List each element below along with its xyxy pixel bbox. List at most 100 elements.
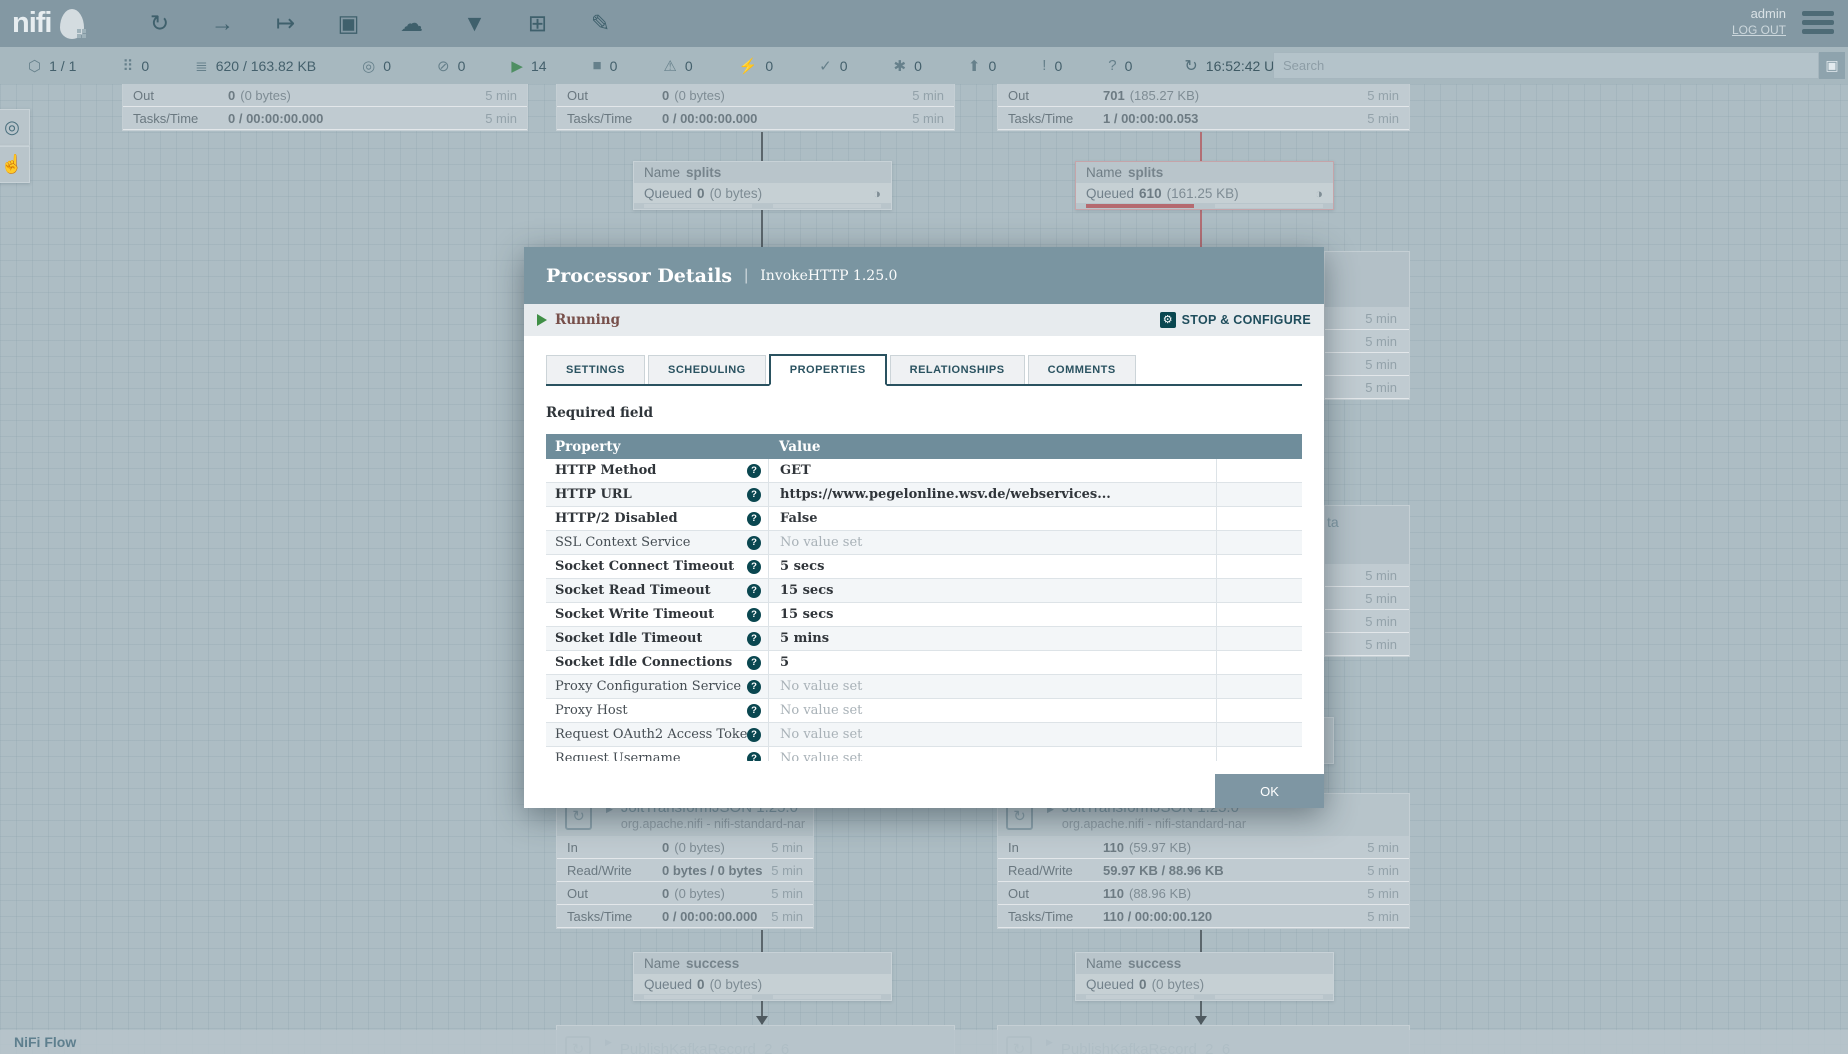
- processor-title-fragment: ta: [1325, 506, 1409, 530]
- table-row[interactable]: Proxy Configuration Service?No value set: [546, 675, 1302, 699]
- help-icon[interactable]: ?: [747, 584, 761, 598]
- output-port-icon[interactable]: ↦: [268, 6, 304, 42]
- stale-icon: ⬆: [968, 57, 981, 75]
- current-user: admin: [1732, 5, 1786, 22]
- processor-bundle: org.apache.nifi - nifi-standard-nar: [1062, 816, 1246, 832]
- table-row[interactable]: Request Username?No value set: [546, 747, 1302, 761]
- processor-top-middle[interactable]: Out0(0 bytes)5 min Tasks/Time0 / 00:00:0…: [556, 84, 955, 131]
- stop-and-configure-button[interactable]: ⚙ STOP & CONFIGURE: [1160, 312, 1311, 328]
- processor-top-right[interactable]: Out701(185.27 KB)5 min Tasks/Time1 / 00:…: [997, 84, 1410, 131]
- tab-comments[interactable]: COMMENTS: [1028, 355, 1136, 384]
- status-locally-modified: ✱0: [894, 57, 922, 75]
- table-row[interactable]: Socket Connect Timeout?5 secs: [546, 555, 1302, 579]
- breadcrumb-bar: NiFi Flow: [0, 1030, 1848, 1054]
- gear-icon: ⚙: [1160, 312, 1176, 328]
- stat-row: Tasks/Time1 / 00:00:00.0535 min: [998, 107, 1409, 130]
- connection-label-success-right[interactable]: Namesuccess Queued0(0 bytes): [1075, 952, 1334, 1001]
- table-row[interactable]: Socket Read Timeout?15 secs: [546, 579, 1302, 603]
- help-icon[interactable]: ?: [747, 536, 761, 550]
- component-toolbar: nifi ↻ → ↦ ▣ ☁ ▼ ⊞ ✎ admin LOG OUT: [0, 0, 1848, 47]
- help-icon[interactable]: ?: [747, 464, 761, 478]
- help-icon[interactable]: ?: [747, 632, 761, 646]
- table-row[interactable]: HTTP/2 Disabled?False: [546, 507, 1302, 531]
- breadcrumb[interactable]: NiFi Flow: [14, 1034, 76, 1050]
- sync-failure-icon: ?: [1108, 57, 1116, 74]
- search-input[interactable]: [1273, 52, 1819, 79]
- table-row[interactable]: Socket Idle Timeout?5 mins: [546, 627, 1302, 651]
- locally-modified-and-stale-icon: !: [1042, 57, 1046, 74]
- processor-jolt-left[interactable]: ↻ ▶ JoltTransformJSON 1.25.0org.apache.n…: [556, 793, 814, 929]
- refresh-icon[interactable]: ↻: [1184, 56, 1197, 76]
- tab-properties[interactable]: PROPERTIES: [769, 354, 887, 386]
- table-row[interactable]: Socket Idle Connections?5: [546, 651, 1302, 675]
- locally-modified-icon: ✱: [894, 57, 907, 75]
- processor-jolt-right[interactable]: ↻ ▶ JoltTransformJSON 1.25.0org.apache.n…: [997, 793, 1410, 929]
- ok-button[interactable]: OK: [1215, 774, 1324, 808]
- status-total-queued: ≣620 / 163.82 KB: [195, 57, 316, 75]
- transmitting-icon: ◎: [362, 57, 375, 75]
- dialog-footer: OK: [524, 766, 1324, 808]
- label-icon[interactable]: ✎: [583, 6, 619, 42]
- funnel-icon[interactable]: ▼: [457, 6, 493, 42]
- help-icon[interactable]: ?: [747, 728, 761, 742]
- processor-top-left[interactable]: Out0(0 bytes)5 min Tasks/Time0 / 00:00:0…: [122, 84, 528, 131]
- help-icon[interactable]: ?: [747, 560, 761, 574]
- global-menu-icon[interactable]: [1802, 11, 1834, 38]
- component-palette: ↻ → ↦ ▣ ☁ ▼ ⊞ ✎: [142, 6, 619, 42]
- connection-label-success-left[interactable]: Namesuccess Queued0(0 bytes): [633, 952, 892, 1001]
- table-row[interactable]: Request OAuth2 Access Token Provider?No …: [546, 723, 1302, 747]
- threads-icon: ⠿: [122, 57, 133, 75]
- processor-bundle: org.apache.nifi - nifi-standard-nar: [621, 816, 805, 832]
- processor-icon[interactable]: ↻: [142, 6, 178, 42]
- up-to-date-icon: ✓: [819, 57, 832, 75]
- table-row[interactable]: SSL Context Service?No value set: [546, 531, 1302, 555]
- help-icon[interactable]: ?: [747, 608, 761, 622]
- help-icon[interactable]: ?: [747, 752, 761, 762]
- status-stale: ⬆0: [968, 57, 996, 75]
- tab-scheduling[interactable]: SCHEDULING: [648, 355, 766, 384]
- table-row[interactable]: Proxy Host?No value set: [546, 699, 1302, 723]
- dialog-title: Processor Details: [546, 265, 732, 287]
- not-transmitting-icon: ⊘: [437, 57, 450, 75]
- invalid-icon: ⚠: [663, 57, 676, 75]
- table-rows: HTTP Method?GET HTTP URL?https://www.peg…: [546, 459, 1302, 761]
- table-row[interactable]: Socket Write Timeout?15 secs: [546, 603, 1302, 627]
- connection-label-splits-left[interactable]: Namesplits Queued0(0 bytes)◑: [633, 161, 892, 210]
- help-icon[interactable]: ?: [747, 680, 761, 694]
- help-icon[interactable]: ?: [747, 704, 761, 718]
- backpressure-bars: [1076, 203, 1333, 209]
- status-active-threads: ⠿0: [122, 57, 149, 75]
- flow-status-bar: ⬡1 / 1 ⠿0 ≣620 / 163.82 KB ◎0 ⊘0 ▶14 ■0 …: [0, 47, 1848, 84]
- properties-table: Property Value HTTP Method?GET HTTP URL?…: [546, 434, 1302, 761]
- nifi-app: nifi ↻ → ↦ ▣ ☁ ▼ ⊞ ✎ admin LOG OUT ⬡1 / …: [0, 0, 1848, 1054]
- nifi-drop-icon: [60, 9, 84, 39]
- panel-toggle-icon[interactable]: ▣: [1819, 52, 1845, 79]
- process-group-icon[interactable]: ▣: [331, 6, 367, 42]
- status-stopped: ■0: [593, 57, 618, 74]
- processor-partial-right-2[interactable]: ta 5 min 5 min 5 min 5 min: [1324, 505, 1410, 657]
- input-port-icon[interactable]: →: [205, 6, 241, 42]
- help-icon[interactable]: ?: [747, 656, 761, 670]
- help-icon[interactable]: ?: [747, 512, 761, 526]
- fit-view-button[interactable]: ◎: [0, 109, 30, 146]
- pan-button[interactable]: ☝: [0, 146, 30, 183]
- property-column-header: Property: [546, 439, 768, 455]
- connection-label-splits-right[interactable]: Namesplits Queued610(161.25 KB)◑: [1075, 161, 1334, 210]
- table-row[interactable]: HTTP URL?https://www.pegelonline.wsv.de/…: [546, 483, 1302, 507]
- running-status-icon: [537, 314, 547, 326]
- dialog-status-row: Running ⚙ STOP & CONFIGURE: [524, 304, 1324, 336]
- stat-row: Out701(185.27 KB)5 min: [998, 84, 1409, 107]
- tab-relationships[interactable]: RELATIONSHIPS: [890, 355, 1025, 384]
- table-row[interactable]: HTTP Method?GET: [546, 459, 1302, 483]
- help-icon[interactable]: ?: [747, 488, 761, 502]
- processor-partial-right-1[interactable]: 5 min 5 min 5 min 5 min: [1324, 251, 1410, 400]
- status-not-transmitting: ⊘0: [437, 57, 465, 75]
- connection-arrow-icon: [756, 1016, 768, 1025]
- tab-settings[interactable]: SETTINGS: [546, 355, 645, 384]
- status-locally-modified-and-stale: !0: [1042, 57, 1062, 74]
- backpressure-bars: [634, 203, 891, 209]
- template-icon[interactable]: ⊞: [520, 6, 556, 42]
- logout-link[interactable]: LOG OUT: [1732, 22, 1786, 39]
- stat-row: Tasks/Time0 / 00:00:00.0005 min: [557, 107, 954, 130]
- remote-process-group-icon[interactable]: ☁: [394, 6, 430, 42]
